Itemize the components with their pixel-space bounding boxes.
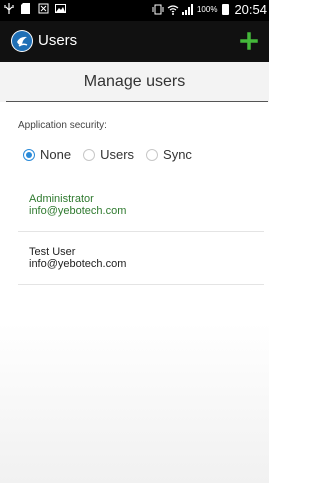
image-icon <box>55 3 66 14</box>
app-logo-icon[interactable] <box>11 30 33 52</box>
status-left-icons <box>4 3 66 14</box>
radio-sync-indicator[interactable] <box>146 148 159 161</box>
action-bar: Users <box>0 21 269 62</box>
status-time: 20:54 <box>234 2 267 17</box>
radio-none-indicator[interactable] <box>23 148 35 161</box>
battery-icon <box>222 4 230 15</box>
app-title: Users <box>38 32 78 49</box>
security-label: Application security: <box>18 120 107 131</box>
user-list-item-administrator[interactable]: Administrator info@yebotech.com <box>18 193 264 236</box>
radio-users-label[interactable]: Users <box>100 147 134 162</box>
status-bar: 100% 20:54 <box>0 0 269 21</box>
user-email: info@yebotech.com <box>29 258 127 270</box>
page-content: Manage users Application security: None … <box>0 62 269 483</box>
user-name: Test User <box>29 246 76 258</box>
header-divider <box>6 101 268 102</box>
notification-icon <box>38 3 49 14</box>
user-name: Administrator <box>29 193 94 205</box>
usb-icon <box>4 3 14 14</box>
radio-sync[interactable]: Sync <box>146 147 192 162</box>
list-divider <box>18 231 264 232</box>
security-radio-group: None Users Sync <box>23 147 204 162</box>
radio-none-label[interactable]: None <box>40 147 71 162</box>
radio-users[interactable]: Users <box>83 147 134 162</box>
user-email: info@yebotech.com <box>29 205 127 217</box>
list-divider <box>18 284 264 285</box>
radio-sync-label[interactable]: Sync <box>163 147 192 162</box>
vibrate-icon <box>152 4 164 15</box>
sd-card-icon <box>21 3 31 14</box>
radio-none[interactable]: None <box>23 147 71 162</box>
wifi-icon <box>167 4 179 15</box>
add-user-button[interactable] <box>235 27 263 55</box>
user-list-item-test-user[interactable]: Test User info@yebotech.com <box>18 246 264 289</box>
plus-icon <box>240 32 258 50</box>
status-right-icons: 100% 20:54 <box>152 2 267 17</box>
signal-icon <box>181 4 193 15</box>
radio-users-indicator[interactable] <box>83 148 96 161</box>
page-title: Manage users <box>0 62 269 102</box>
battery-percent: 100% <box>196 5 218 14</box>
